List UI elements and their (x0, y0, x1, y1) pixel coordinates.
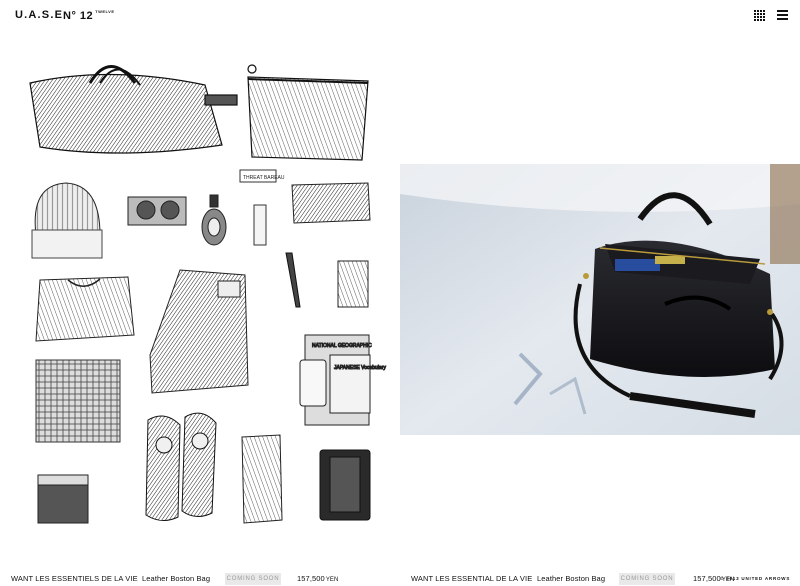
price-currency-1: YEN (325, 577, 339, 583)
sketch-jeans (149, 269, 249, 394)
price-value-2: 157,500 (693, 574, 721, 583)
sketch-toiletry-bag (291, 182, 371, 224)
price-value-1: 157,500 (297, 574, 325, 583)
sketch-razor (285, 252, 301, 308)
issue-word: TWELVE (95, 9, 115, 14)
product-photo[interactable] (400, 164, 800, 435)
sketch-tag-label: THREAT BAREAU (243, 175, 285, 181)
sketch-pouch (247, 64, 369, 161)
coming-soon-badge-1: COMING SOON (225, 573, 281, 585)
sketch-socks (37, 474, 89, 524)
items-illustration-drawing: THREAT BAREAU NATIONAL GEOGRAPHIC JAPANE… (29, 64, 387, 524)
copyright: © 2013 UNITED ARROWS (720, 576, 791, 581)
sketch-beanie (31, 182, 103, 259)
sketch-reading: NATIONAL GEOGRAPHIC JAPANESE Vocabulary (299, 334, 387, 426)
sketch-perfume (201, 194, 227, 246)
issue-number: N° 12 TWELVE (63, 9, 115, 22)
coming-soon-badge-2: COMING SOON (619, 573, 675, 585)
grid-view-icon[interactable] (754, 10, 765, 21)
sketch-magazine-label: NATIONAL GEOGRAPHIC (312, 343, 372, 349)
sketch-tablet (319, 449, 371, 521)
sketch-notebook (337, 260, 369, 308)
sketch-shoes (145, 412, 217, 521)
sketch-book-label: JAPANESE Vocabulary (334, 365, 386, 371)
items-illustration[interactable]: THREAT BAREAU NATIONAL GEOGRAPHIC JAPANE… (0, 55, 400, 535)
caption-product-1[interactable]: Leather Boston Bag (142, 574, 210, 583)
hamburger-menu-icon[interactable] (777, 10, 788, 21)
caption-brand-1[interactable]: WANT LES ESSENTIELS DE LA VIE (11, 574, 138, 583)
caption-product-2[interactable]: Leather Boston Bag (537, 574, 605, 583)
sketch-sweater (35, 276, 135, 342)
sketch-sunglasses (127, 196, 187, 226)
site-logo[interactable]: U.A.S.E (15, 9, 63, 21)
sketch-shirt (35, 359, 121, 443)
sketch-balm (253, 204, 267, 246)
product-photo-image (400, 164, 800, 435)
sketch-shoe-bag (241, 434, 283, 524)
price-1: 157,500YEN (297, 574, 338, 583)
sketch-boston-bag (29, 65, 238, 154)
issue-number-label: N° 12 (63, 10, 94, 22)
caption-brand-2[interactable]: WANT LES ESSENTIAL DE LA VIE (411, 574, 532, 583)
